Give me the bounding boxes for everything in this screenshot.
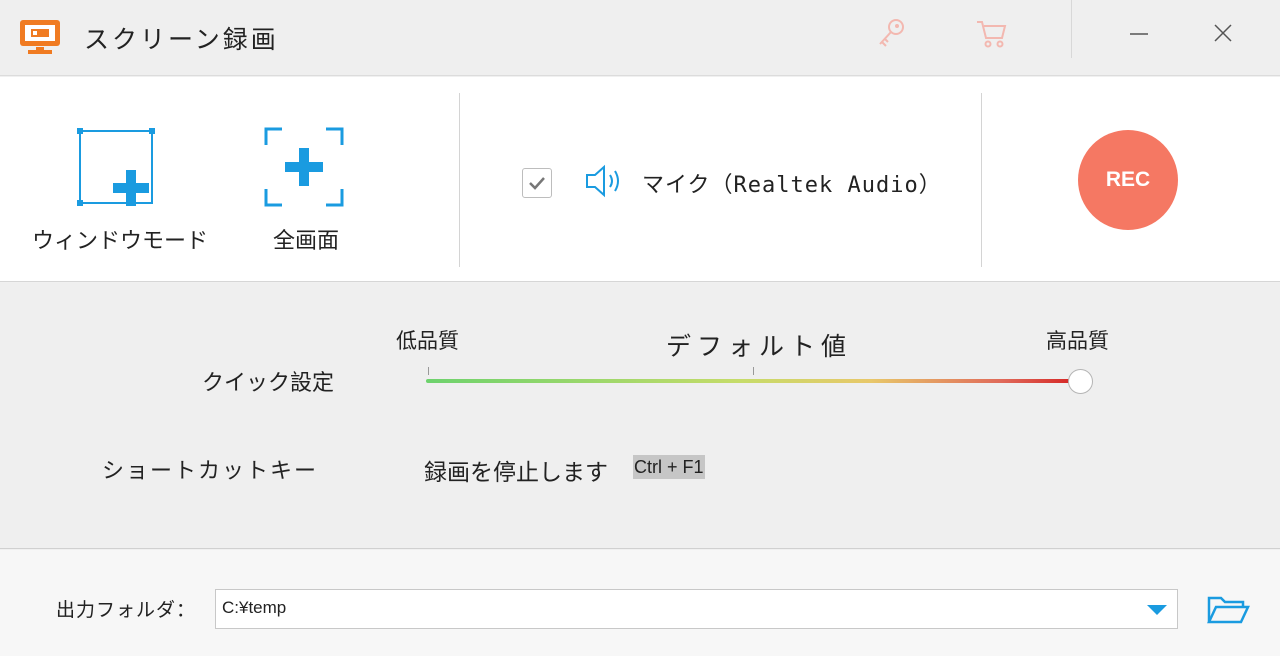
quality-slider-thumb[interactable] <box>1067 369 1093 394</box>
window-mode-icon <box>77 128 155 206</box>
chevron-down-icon <box>1147 605 1167 615</box>
titlebar-divider <box>1071 0 1072 58</box>
minimize-icon <box>1130 33 1148 35</box>
slider-tick <box>753 367 754 375</box>
fullscreen-label: 全画面 <box>272 229 339 254</box>
stop-recording-text: 録画を停止します <box>424 460 608 486</box>
output-folder-dropdown-button[interactable] <box>1143 598 1171 622</box>
close-icon <box>1214 24 1232 42</box>
quality-slider-track[interactable] <box>426 379 1080 383</box>
settings-panel: クイック設定 低品質 デフォルト値 高品質 ショートカットキー 録画を停止します… <box>0 283 1280 549</box>
mic-device-label: マイク（Realtek Audio） <box>642 173 942 198</box>
output-folder-bar: 出力フォルダ： C:¥temp <box>0 550 1280 656</box>
minimize-button[interactable] <box>1114 12 1164 54</box>
fullscreen-icon <box>264 127 344 207</box>
register-key-button[interactable] <box>866 12 916 54</box>
mic-checkbox[interactable] <box>522 168 552 198</box>
window-mode-button[interactable]: ウィンドウモード <box>20 77 220 282</box>
panel-divider <box>459 93 460 267</box>
capture-mode-panel: ウィンドウモード 全画面 マイク（Realtek Audio） REC <box>0 77 1280 282</box>
quality-low-label: 低品質 <box>396 329 459 353</box>
folder-open-icon[interactable] <box>1206 594 1250 626</box>
slider-tick <box>428 367 429 375</box>
window-mode-label: ウィンドウモード <box>31 229 208 254</box>
cart-icon <box>977 21 1007 48</box>
app-title: スクリーン録画 <box>84 25 279 54</box>
output-folder-select[interactable]: C:¥temp <box>215 589 1178 629</box>
shortcut-key-label: ショートカットキー <box>102 459 319 484</box>
fullscreen-button[interactable]: 全画面 <box>236 77 376 282</box>
panel-divider <box>981 93 982 267</box>
key-icon <box>879 19 904 47</box>
output-folder-path: C:¥temp <box>222 598 287 617</box>
checkmark-icon <box>529 177 545 190</box>
close-button[interactable] <box>1198 12 1248 54</box>
quality-high-label: 高品質 <box>1046 329 1109 353</box>
speaker-icon[interactable] <box>584 163 626 199</box>
buy-cart-button[interactable] <box>966 12 1016 54</box>
output-folder-label: 出力フォルダ： <box>56 599 197 621</box>
stop-hotkey-field[interactable]: Ctrl + F1 <box>633 455 705 479</box>
rec-button[interactable]: REC <box>1078 130 1178 230</box>
screen-recorder-icon <box>20 20 60 54</box>
quality-default-label: デフォルト値 <box>666 332 853 361</box>
quick-settings-label: クイック設定 <box>202 371 335 396</box>
title-bar: スクリーン録画 <box>0 0 1280 76</box>
